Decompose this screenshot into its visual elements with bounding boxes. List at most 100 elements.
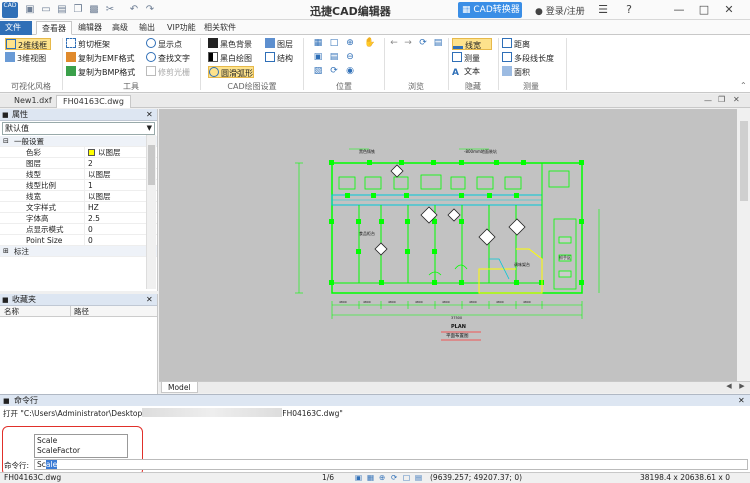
copy-bmp-button[interactable]: 复制为BMP格式 xyxy=(66,66,135,78)
rotate-icon[interactable]: ⟳ xyxy=(328,66,340,77)
wireframe-2d-button[interactable]: 2维线框 xyxy=(5,38,51,50)
text-toggle-button[interactable]: A 文本 xyxy=(452,66,480,78)
black-bg-button[interactable]: 黑色背景 xyxy=(208,38,252,50)
command-input[interactable]: Scale xyxy=(34,459,748,470)
cut-icon[interactable]: ✂ xyxy=(104,4,116,16)
prop-row[interactable]: 线型 以图层 xyxy=(0,169,157,180)
doc-tab-new1[interactable]: New1.dxf xyxy=(8,95,58,108)
prop-row[interactable]: 文字样式 HZ xyxy=(0,202,157,213)
osnap-icon[interactable]: □ xyxy=(403,473,410,483)
tab-viewer[interactable]: 查看器 xyxy=(36,21,72,35)
canvas-vertical-scrollbar[interactable] xyxy=(738,109,750,381)
measure-toggle-button[interactable]: 测量 xyxy=(452,52,480,64)
copy-icon[interactable]: ❐ xyxy=(72,4,84,16)
clip-frame-button[interactable]: 剪切框架 xyxy=(66,38,110,50)
save-icon[interactable]: ▣ xyxy=(24,4,36,16)
back-icon[interactable]: ← xyxy=(388,38,400,49)
bw-drawing-button[interactable]: 黑白绘图 xyxy=(208,52,252,64)
linewidth-button[interactable]: 线宽 xyxy=(452,38,492,50)
show-points-button[interactable]: 显示点 xyxy=(146,38,182,50)
paste-icon[interactable]: ▩ xyxy=(88,4,100,16)
lineweight-icon[interactable]: ▤ xyxy=(415,473,422,483)
prop-row[interactable]: 线宽 以图层 xyxy=(0,191,157,202)
collapse-ribbon-icon[interactable]: ⌃ xyxy=(740,81,747,90)
suggestion-item[interactable]: ScaleFactor xyxy=(37,446,125,456)
doc-minimize-icon[interactable]: — xyxy=(704,96,712,105)
pan-hand-icon[interactable]: ✋ xyxy=(364,38,376,49)
tab-related[interactable]: 相关软件 xyxy=(199,21,241,35)
clip-icon xyxy=(66,38,76,48)
zoom-window-icon[interactable]: □ xyxy=(328,38,340,49)
prop-row[interactable]: 图层 2 xyxy=(0,158,157,169)
polyline-length-button[interactable]: 多段线长度 xyxy=(502,52,554,64)
zoom-fit-icon[interactable]: ▣ xyxy=(312,52,324,63)
polar-icon[interactable]: ⟳ xyxy=(391,473,397,483)
find-text-button[interactable]: 查找文字 xyxy=(146,52,190,64)
converter-icon: ▦ xyxy=(462,5,474,15)
distance-button[interactable]: 距离 xyxy=(502,38,530,50)
prop-row[interactable]: 线型比例 1 xyxy=(0,180,157,191)
panel-close-icon[interactable]: ✕ xyxy=(146,294,153,306)
panel-close-icon[interactable]: ✕ xyxy=(146,109,153,121)
ortho-icon[interactable]: ⊕ xyxy=(379,473,385,483)
zoom-in-icon[interactable]: ⊕ xyxy=(344,38,356,49)
tab-editor[interactable]: 编辑器 xyxy=(73,21,107,35)
autocomplete-list[interactable]: Scale ScaleFactor xyxy=(34,434,128,458)
collapse-icon[interactable]: ■ xyxy=(2,109,9,121)
zoom-realtime-icon[interactable]: ▧ xyxy=(312,66,324,77)
view-icon[interactable]: ◉ xyxy=(344,66,356,77)
scroll-right-icon[interactable]: ▶ xyxy=(737,382,747,393)
cad-converter-button[interactable]: ▦ CAD转换器 xyxy=(458,2,522,18)
dimension-segment: 4800 xyxy=(415,300,423,304)
suggestion-item[interactable]: Scale xyxy=(37,436,125,446)
grid-icon[interactable]: ▦ xyxy=(367,473,374,483)
tab-output[interactable]: 输出 xyxy=(134,21,160,35)
copy-emf-button[interactable]: 复制为EMF格式 xyxy=(66,52,135,64)
doc-close-icon[interactable]: ✕ xyxy=(733,95,740,104)
column-path[interactable]: 路径 xyxy=(74,306,89,317)
column-name[interactable]: 名称 xyxy=(4,306,19,317)
prop-row[interactable]: 色彩 以图层 xyxy=(0,147,157,158)
smooth-arc-button[interactable]: 圆滑弧形 xyxy=(208,66,254,78)
browse-open-icon[interactable]: ▤ xyxy=(432,38,444,49)
tab-advanced[interactable]: 高级 xyxy=(107,21,133,35)
layers-button[interactable]: 图层 xyxy=(265,38,293,50)
open-icon[interactable]: ▭ xyxy=(40,4,52,16)
area-button[interactable]: 面积 xyxy=(502,66,530,78)
zoom-prev-icon[interactable]: ▤ xyxy=(328,52,340,63)
zoom-extents-icon[interactable]: ▦ xyxy=(312,38,324,49)
tab-vip[interactable]: VIP功能 xyxy=(162,21,201,35)
print-icon[interactable]: ▤ xyxy=(56,4,68,16)
forward-icon[interactable]: → xyxy=(402,38,414,49)
trim-raster-button[interactable]: 修剪光栅 xyxy=(146,66,190,78)
doc-tab-fh04163c[interactable]: FH04163C.dwg xyxy=(56,95,131,108)
properties-selector[interactable]: 默认值 ▼ xyxy=(2,122,155,135)
doc-restore-icon[interactable]: ❐ xyxy=(718,95,725,104)
prop-row[interactable]: 点显示模式 0 xyxy=(0,224,157,235)
structure-button[interactable]: 结构 xyxy=(265,52,293,64)
collapse-icon[interactable]: ■ xyxy=(2,294,9,306)
section-general[interactable]: ⊟ 一般设置 xyxy=(0,136,157,147)
drawing-canvas[interactable]: 黑色铸铁 -800mm地面装坑 食品柜台 调味架台 抓手区 PLAN 平面布置图… xyxy=(159,109,737,381)
minimize-button[interactable]: — xyxy=(670,2,688,18)
tab-file[interactable]: 文件 xyxy=(0,21,32,35)
scroll-left-icon[interactable]: ◀ xyxy=(724,382,734,393)
section-annotation[interactable]: ⊞ 标注 xyxy=(0,246,157,257)
undo-icon[interactable]: ↶ xyxy=(128,4,140,16)
prop-row[interactable]: 字体高 2.5 xyxy=(0,213,157,224)
history-text: 打开 "C:\Users\Administrator\Desktop xyxy=(3,409,143,418)
tab-model[interactable]: Model xyxy=(161,382,198,393)
refresh-icon[interactable]: ⟳ xyxy=(417,38,429,49)
zoom-out-icon[interactable]: ⊖ xyxy=(344,52,356,63)
snap-icon[interactable]: ▣ xyxy=(355,473,362,483)
prop-row[interactable]: Point Size 0 xyxy=(0,235,157,246)
menu-icon[interactable]: ☰ xyxy=(594,2,612,18)
close-button[interactable]: ✕ xyxy=(720,2,738,18)
view-3d-button[interactable]: 3维视图 xyxy=(5,52,46,64)
properties-scrollbar[interactable] xyxy=(146,135,156,289)
redo-icon[interactable]: ↷ xyxy=(144,4,156,16)
maximize-button[interactable]: □ xyxy=(695,2,713,18)
separator xyxy=(384,38,385,90)
login-link[interactable]: ● 登录/注册 xyxy=(535,4,585,17)
help-icon[interactable]: ? xyxy=(620,2,638,18)
